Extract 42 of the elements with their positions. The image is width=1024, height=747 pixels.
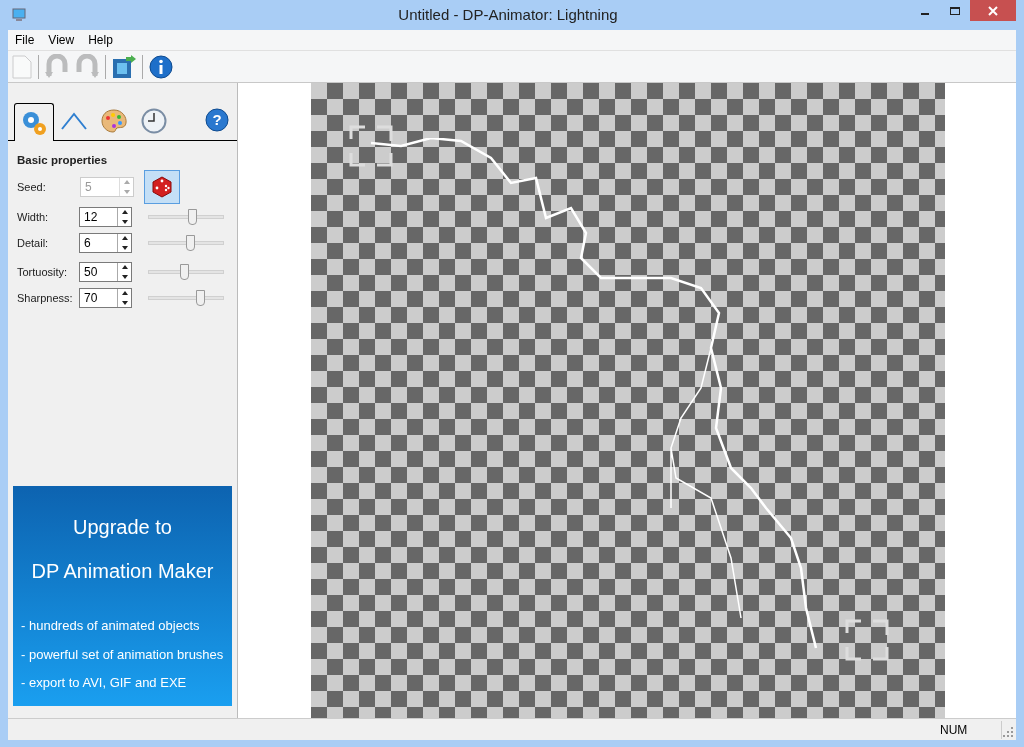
menu-item[interactable]: View <box>41 31 82 49</box>
handle-frame-icon[interactable] <box>845 619 889 661</box>
menu-item[interactable]: Help <box>81 31 120 49</box>
num-lock-indicator: NUM <box>937 720 1002 739</box>
upgrade-banner[interactable]: Upgrade to DP Animation Maker - hundreds of animated objects - powerful set of animation brushes - export to AVI, GIF and EXE <box>13 486 232 706</box>
film-export-icon[interactable] <box>112 54 136 79</box>
number-spinner[interactable]: 6 <box>79 233 133 254</box>
slider-thumb[interactable] <box>180 264 190 281</box>
number-spinner[interactable]: 50 <box>79 262 133 283</box>
banner-heading: DP Animation Maker <box>31 559 214 584</box>
handle-frame-icon[interactable] <box>349 125 393 167</box>
feature-text: - export to AVI, GIF and EXE <box>21 674 188 692</box>
field-label: Detail: <box>17 236 50 251</box>
dice-icon <box>150 175 174 200</box>
resize-grip-icon[interactable] <box>1002 726 1014 738</box>
number-spinner[interactable]: 70 <box>79 288 133 309</box>
menu-item[interactable]: File <box>8 31 42 49</box>
peak-line-icon <box>61 111 87 131</box>
palette-icon <box>101 109 127 133</box>
help-icon[interactable]: ? <box>205 108 229 132</box>
window-title: Untitled - DP-Animator: Lightning <box>398 4 618 25</box>
panel-tab[interactable] <box>14 103 54 141</box>
slider-thumb[interactable] <box>188 209 198 226</box>
banner-heading: Upgrade to <box>73 515 172 540</box>
slider-thumb[interactable] <box>185 235 195 252</box>
random-dice-button[interactable] <box>144 170 180 205</box>
field-label: Sharpness: <box>17 291 74 306</box>
field-label: Width: <box>17 210 50 225</box>
slider-thumb[interactable] <box>195 290 205 307</box>
transparent-canvas[interactable] <box>311 83 945 718</box>
number-spinner[interactable]: 12 <box>79 207 133 228</box>
clock-icon <box>141 108 167 134</box>
app-monitor-icon <box>12 8 26 22</box>
field-label: Tortuosity: <box>17 265 69 280</box>
section-title: Basic properties <box>17 153 109 168</box>
field-label: Seed: <box>17 180 47 195</box>
feature-text: - powerful set of animation brushes <box>21 645 225 664</box>
close-button[interactable] <box>970 0 1016 21</box>
feature-text: - hundreds of animated objects <box>21 617 201 635</box>
info-icon[interactable] <box>149 54 173 79</box>
gears-icon <box>21 109 47 136</box>
close-icon <box>988 5 998 16</box>
